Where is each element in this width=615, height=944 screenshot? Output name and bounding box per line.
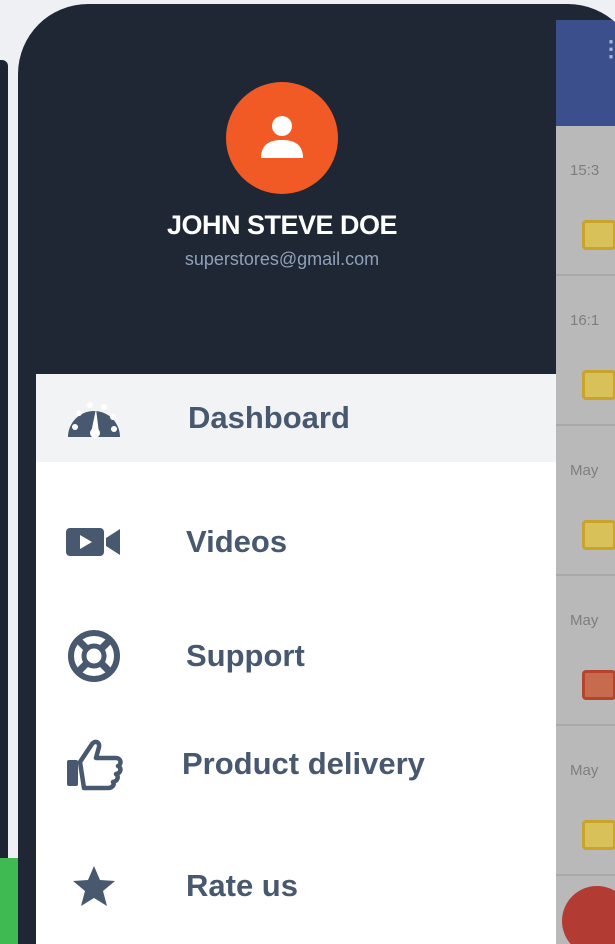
menu-label: Product delivery <box>182 746 425 781</box>
drawer-header: JOHN STEVE DOE superstores@gmail.com <box>36 20 556 374</box>
navigation-drawer: JOHN STEVE DOE superstores@gmail.com Das… <box>36 20 556 944</box>
user-name: JOHN STEVE DOE <box>166 210 398 240</box>
avatar[interactable] <box>226 82 338 194</box>
menu-label: Rate us <box>186 868 298 903</box>
phone-screen: ⋮ 15:3 16:1 May May May JOHN STEVE DOE s… <box>36 20 615 944</box>
user-icon <box>261 116 303 158</box>
background-list-item: May <box>556 726 615 876</box>
menu-item-product-delivery[interactable]: Product delivery <box>36 720 556 808</box>
background-app-bar: ⋮ <box>556 20 615 126</box>
background-item-badge <box>582 370 615 400</box>
dashboard-gauge-icon <box>64 388 124 448</box>
phone-frame: ⋮ 15:3 16:1 May May May JOHN STEVE DOE s… <box>18 4 615 944</box>
background-list-item: May <box>556 576 615 726</box>
menu-label: Dashboard <box>188 400 350 435</box>
user-email: superstores@gmail.com <box>184 249 380 269</box>
background-item-time: May <box>570 762 599 779</box>
menu-item-videos[interactable]: Videos <box>36 498 556 586</box>
background-item-badge <box>582 520 615 550</box>
menu-item-dashboard[interactable]: Dashboard <box>36 374 556 462</box>
menu-label: Support <box>186 638 305 673</box>
background-list-item: 15:3 <box>556 126 615 276</box>
background-item-badge <box>582 220 615 250</box>
lifebuoy-icon <box>64 626 124 686</box>
star-icon <box>64 856 124 916</box>
background-app: ⋮ 15:3 16:1 May May May <box>556 20 615 944</box>
background-list-item: 16:1 <box>556 276 615 426</box>
background-item-badge <box>582 670 615 700</box>
overflow-menu-icon: ⋮ <box>600 36 615 61</box>
background-item-badge <box>582 820 615 850</box>
menu-item-rate-us[interactable]: Rate us <box>36 842 556 930</box>
background-item-time: 16:1 <box>570 312 600 329</box>
menu-item-support[interactable]: Support <box>36 612 556 700</box>
background-list-item: May <box>556 426 615 576</box>
drawer-menu: Dashboard Videos Support Product deliver… <box>36 374 556 944</box>
video-camera-icon <box>64 512 124 572</box>
background-item-time: May <box>570 612 599 629</box>
menu-label: Videos <box>186 524 288 559</box>
thumbs-up-icon <box>64 734 124 794</box>
edit-fab-button <box>562 886 615 944</box>
background-item-time: 15:3 <box>570 162 600 179</box>
background-item-time: May <box>570 462 599 479</box>
adjacent-phone-edge <box>0 60 8 920</box>
